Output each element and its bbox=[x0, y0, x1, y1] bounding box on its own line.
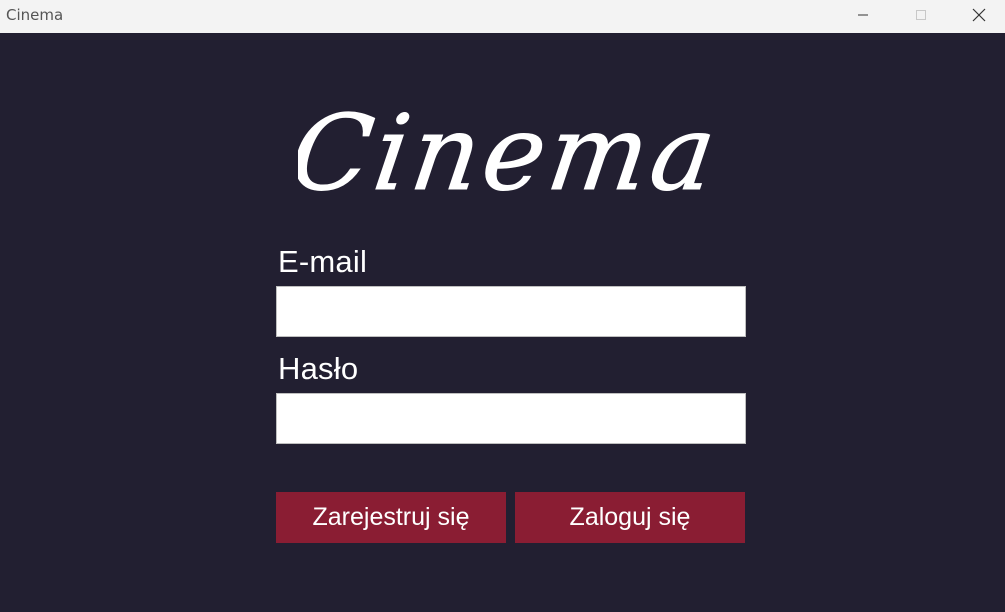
maximize-button[interactable] bbox=[898, 0, 944, 30]
password-label: Hasło bbox=[278, 351, 359, 386]
close-button[interactable] bbox=[956, 0, 1002, 30]
password-field[interactable] bbox=[276, 393, 746, 444]
email-field[interactable] bbox=[276, 286, 746, 337]
window-titlebar: Cinema bbox=[0, 0, 1005, 33]
minimize-icon bbox=[858, 14, 868, 16]
login-button[interactable]: Zaloguj się bbox=[515, 492, 745, 543]
cinema-logo: Cinema bbox=[298, 83, 768, 213]
close-icon bbox=[972, 8, 986, 22]
cinema-logo-text: Cinema bbox=[298, 92, 727, 213]
email-label: E-mail bbox=[278, 244, 368, 279]
register-button[interactable]: Zarejestruj się bbox=[276, 492, 506, 543]
main-content: Cinema E-mail Hasło Zarejestruj się Zalo… bbox=[0, 33, 1005, 612]
minimize-button[interactable] bbox=[840, 0, 886, 30]
maximize-icon bbox=[916, 10, 926, 20]
window-title: Cinema bbox=[6, 6, 64, 24]
